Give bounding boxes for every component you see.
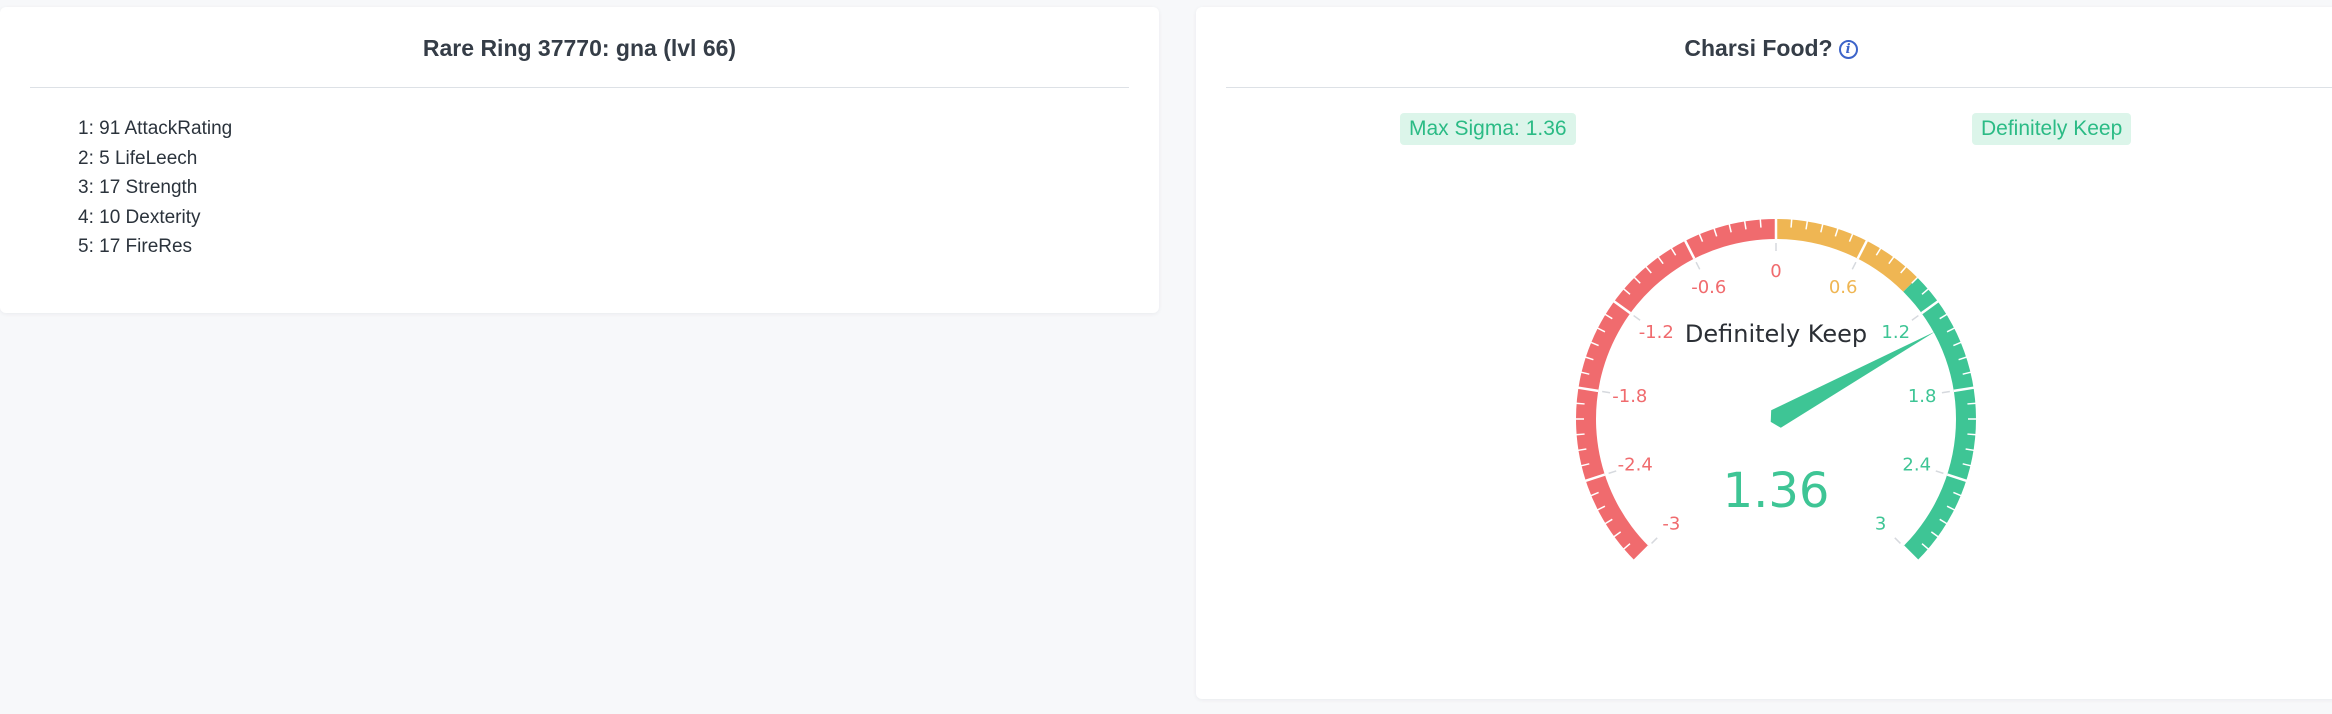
charsi-food-card: Charsi Food? i Max Sigma: 1.36 Definitely… bbox=[1196, 7, 2332, 699]
gauge-minor-tick bbox=[1967, 433, 1977, 436]
gauge-center-label: Definitely Keep bbox=[1685, 320, 1867, 348]
gauge-major-tick bbox=[1941, 390, 1950, 394]
gauge-minor-tick bbox=[1790, 218, 1793, 228]
gauge-tick-label: -1.8 bbox=[1612, 386, 1647, 407]
gauge-tick-label: -0.6 bbox=[1691, 277, 1726, 298]
gauge-tick-label: 1.2 bbox=[1881, 322, 1910, 343]
gauge-tick-label: 1.8 bbox=[1908, 386, 1937, 407]
gauge-minor-tick bbox=[1967, 402, 1977, 405]
gauge-minor-tick bbox=[1759, 218, 1762, 228]
gauge-major-tick bbox=[1851, 261, 1857, 270]
gauge-tick-label: -2.4 bbox=[1618, 455, 1653, 476]
gauge-tick-label: 3 bbox=[1875, 514, 1886, 535]
gauge-major-tick bbox=[1602, 390, 1611, 394]
gauge-major-tick bbox=[1651, 537, 1658, 544]
gauge-tick-label: -3 bbox=[1662, 514, 1680, 535]
gauge-value: 1.36 bbox=[1723, 463, 1830, 519]
gauge-major-tick bbox=[1935, 470, 1944, 475]
gauge-major-tick bbox=[1608, 470, 1617, 475]
gauge-tick-label: 0 bbox=[1770, 261, 1781, 282]
gauge-tick-label: 0.6 bbox=[1829, 277, 1858, 298]
stat-line: 4: 10 Dexterity bbox=[78, 206, 201, 228]
item-stat-list: 1: 91 AttackRating 2: 5 LifeLeech 3: 17 … bbox=[0, 88, 1159, 262]
gauge-band bbox=[1903, 277, 1976, 561]
gauge-major-tick bbox=[1894, 537, 1901, 544]
gauge-tick-label: 2.4 bbox=[1902, 455, 1931, 476]
item-title: Rare Ring 37770: gna (lvl 66) bbox=[422, 35, 737, 61]
item-card: Rare Ring 37770: gna (lvl 66) 1: 91 Atta… bbox=[0, 7, 1159, 313]
gauge-minor-tick bbox=[1575, 402, 1585, 405]
gauge-tick-label: -1.2 bbox=[1639, 322, 1674, 343]
stat-line: 2: 5 LifeLeech bbox=[78, 147, 198, 169]
stat-line: 1: 91 AttackRating bbox=[78, 118, 233, 139]
stat-line: 5: 17 FireRes bbox=[78, 236, 193, 257]
gauge-major-tick bbox=[1911, 314, 1919, 321]
gauge-major-tick bbox=[1695, 261, 1701, 270]
sigma-gauge: -3 -2.4 -1.8 -1.2 -0.6 0 0.6 1.2 1.8 2.4 3 Definit… bbox=[1575, 218, 1977, 563]
gauge-minor-tick bbox=[1575, 433, 1585, 436]
gauge-major-tick bbox=[1633, 314, 1641, 321]
stat-line: 3: 17 Strength bbox=[78, 177, 198, 198]
